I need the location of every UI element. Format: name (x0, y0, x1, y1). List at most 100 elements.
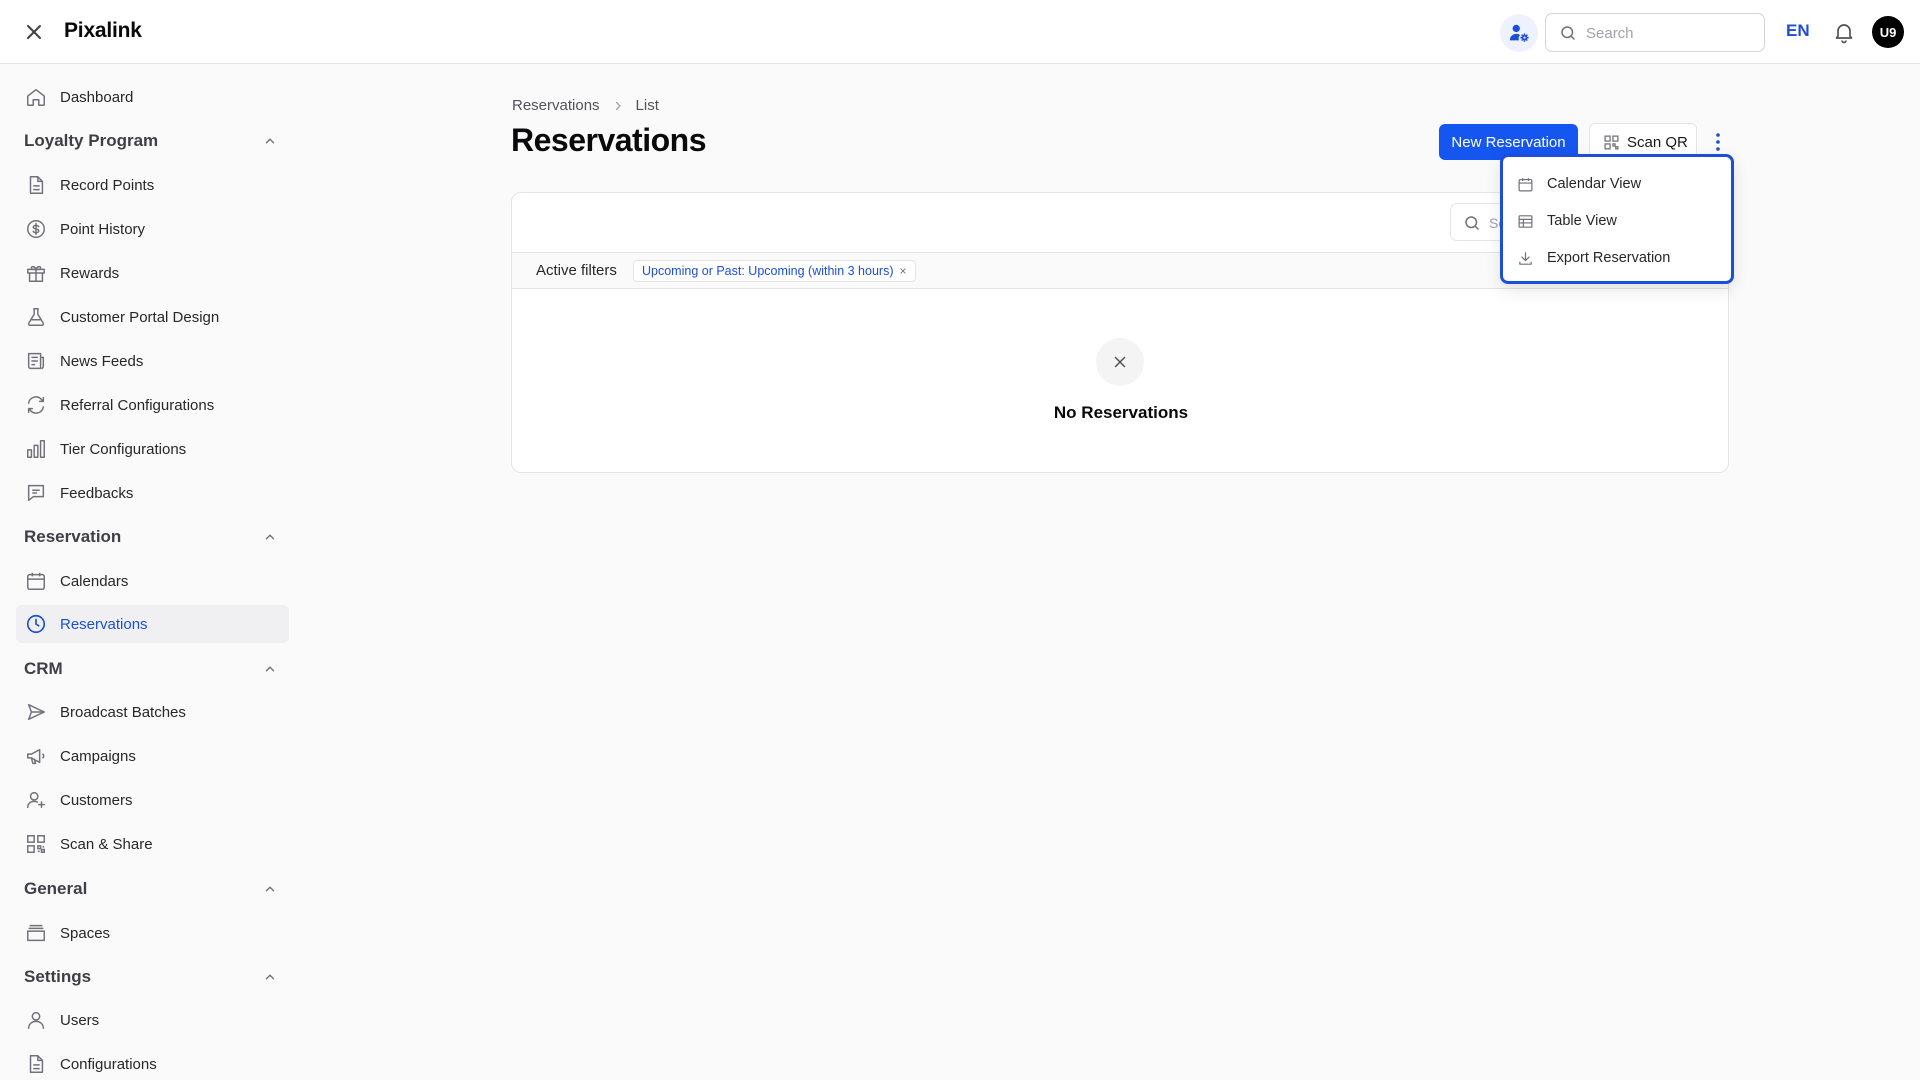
language-switcher[interactable]: EN (1786, 21, 1810, 41)
sidebar-item-calendars[interactable]: Calendars (16, 562, 289, 600)
search-icon (1559, 24, 1577, 42)
sidebar-item-configurations[interactable]: Configurations (16, 1045, 289, 1080)
menu-item-table-view[interactable]: Table View (1507, 204, 1727, 238)
sidebar-item-reservations[interactable]: Reservations (16, 605, 289, 643)
avatar[interactable]: U9 (1872, 16, 1904, 48)
remove-filter-icon[interactable]: × (900, 264, 907, 278)
sidebar-item-spaces[interactable]: Spaces (16, 914, 289, 952)
chevron-up-icon (263, 134, 277, 148)
sidebar-item-label: Calendars (60, 572, 129, 590)
sidebar-item-customers[interactable]: Customers (16, 781, 289, 819)
sidebar-item-label: Users (60, 1011, 100, 1029)
global-search[interactable] (1545, 13, 1765, 52)
qr-code-icon (25, 833, 47, 855)
sidebar-item-referral-configurations[interactable]: Referral Configurations (16, 386, 289, 424)
sidebar-item-point-history[interactable]: Point History (16, 210, 289, 248)
refresh-icon (25, 394, 47, 416)
section-label: Loyalty Program (24, 131, 159, 150)
megaphone-icon (25, 745, 47, 767)
sidebar-item-scan-share[interactable]: Scan & Share (16, 825, 289, 863)
chevron-up-icon (263, 662, 277, 676)
sidebar-item-label: News Feeds (60, 352, 144, 370)
top-bar: Pixalink EN U9 (0, 0, 1920, 64)
more-options-button[interactable] (1707, 127, 1729, 157)
active-filters-label: Active filters (536, 262, 617, 279)
chevron-up-icon (263, 970, 277, 984)
sidebar-item-record-points[interactable]: Record Points (16, 166, 289, 204)
sidebar-item-label: Customer Portal Design (60, 308, 220, 326)
qr-code-icon (1603, 134, 1620, 151)
archive-icon (25, 922, 47, 944)
calendar-icon (1517, 176, 1534, 193)
section-label: CRM (24, 659, 63, 678)
section-settings[interactable]: Settings (16, 959, 289, 995)
menu-item-calendar-view[interactable]: Calendar View (1507, 167, 1727, 201)
section-label: Reservation (24, 527, 122, 546)
scan-qr-label: Scan QR (1627, 134, 1688, 151)
message-icon (25, 482, 47, 504)
sidebar-item-label: Record Points (60, 176, 155, 194)
bar-chart-icon (25, 438, 47, 460)
sidebar-item-broadcast-batches[interactable]: Broadcast Batches (16, 693, 289, 731)
sidebar-item-label: Campaigns (60, 747, 136, 765)
sidebar-item-feedbacks[interactable]: Feedbacks (16, 474, 289, 512)
breadcrumb: Reservations List (512, 97, 659, 114)
section-label: General (24, 879, 88, 898)
user-gear-icon (1508, 22, 1530, 44)
breadcrumb-current: List (635, 97, 659, 114)
sidebar-item-label: Reservations (60, 615, 148, 633)
sidebar-item-label: Configurations (60, 1055, 157, 1073)
filter-chip[interactable]: Upcoming or Past: Upcoming (within 3 hou… (633, 260, 916, 282)
sidebar-item-customer-portal-design[interactable]: Customer Portal Design (16, 298, 289, 336)
breadcrumb-link-reservations[interactable]: Reservations (512, 97, 600, 114)
section-crm[interactable]: CRM (16, 651, 289, 687)
section-general[interactable]: General (16, 871, 289, 907)
close-icon[interactable] (22, 20, 46, 44)
newspaper-icon (25, 350, 47, 372)
menu-item-label: Export Reservation (1547, 250, 1671, 266)
sidebar-item-label: Tier Configurations (60, 440, 187, 458)
clock-icon (25, 613, 47, 635)
sidebar-item-label: Feedbacks (60, 484, 134, 502)
sidebar-item-label: Point History (60, 220, 146, 238)
user-icon (25, 1009, 47, 1031)
sidebar-item-label: Rewards (60, 264, 120, 282)
sidebar-item-label: Spaces (60, 924, 111, 942)
sidebar: Dashboard Loyalty Program Record Points … (0, 65, 300, 1080)
section-loyalty-program[interactable]: Loyalty Program (16, 123, 289, 159)
user-settings-button[interactable] (1500, 14, 1538, 52)
dots-vertical-icon (1707, 127, 1729, 157)
menu-item-label: Calendar View (1547, 176, 1642, 192)
download-icon (1517, 250, 1534, 267)
document-icon (25, 174, 47, 196)
empty-state-icon (1096, 338, 1144, 386)
document-icon (25, 1053, 47, 1075)
send-icon (25, 701, 47, 723)
chevron-up-icon (263, 882, 277, 896)
section-reservation[interactable]: Reservation (16, 519, 289, 555)
x-icon (1111, 353, 1129, 371)
section-label: Settings (24, 967, 92, 986)
sidebar-item-news-feeds[interactable]: News Feeds (16, 342, 289, 380)
sidebar-item-tier-configurations[interactable]: Tier Configurations (16, 430, 289, 468)
bell-icon[interactable] (1832, 20, 1856, 44)
sidebar-item-campaigns[interactable]: Campaigns (16, 737, 289, 775)
gift-icon (25, 262, 47, 284)
sidebar-item-label: Referral Configurations (60, 396, 215, 414)
dollar-circle-icon (25, 218, 47, 240)
sidebar-item-rewards[interactable]: Rewards (16, 254, 289, 292)
empty-state-title: No Reservations (1053, 403, 1189, 422)
search-input[interactable] (1586, 22, 1756, 44)
app-title: Pixalink (64, 19, 142, 42)
filter-chip-label: Upcoming or Past: Upcoming (within 3 hou… (642, 264, 894, 278)
user-plus-icon (25, 789, 47, 811)
sidebar-item-dashboard[interactable]: Dashboard (16, 78, 289, 116)
more-options-menu: Calendar View Table View Export Reservat… (1500, 154, 1734, 284)
menu-item-label: Table View (1547, 213, 1617, 229)
sidebar-item-label: Scan & Share (60, 835, 153, 853)
sidebar-item-label: Broadcast Batches (60, 703, 186, 721)
menu-item-export-reservation[interactable]: Export Reservation (1507, 241, 1727, 275)
home-icon (25, 86, 47, 108)
calendar-icon (25, 570, 47, 592)
sidebar-item-users[interactable]: Users (16, 1001, 289, 1039)
